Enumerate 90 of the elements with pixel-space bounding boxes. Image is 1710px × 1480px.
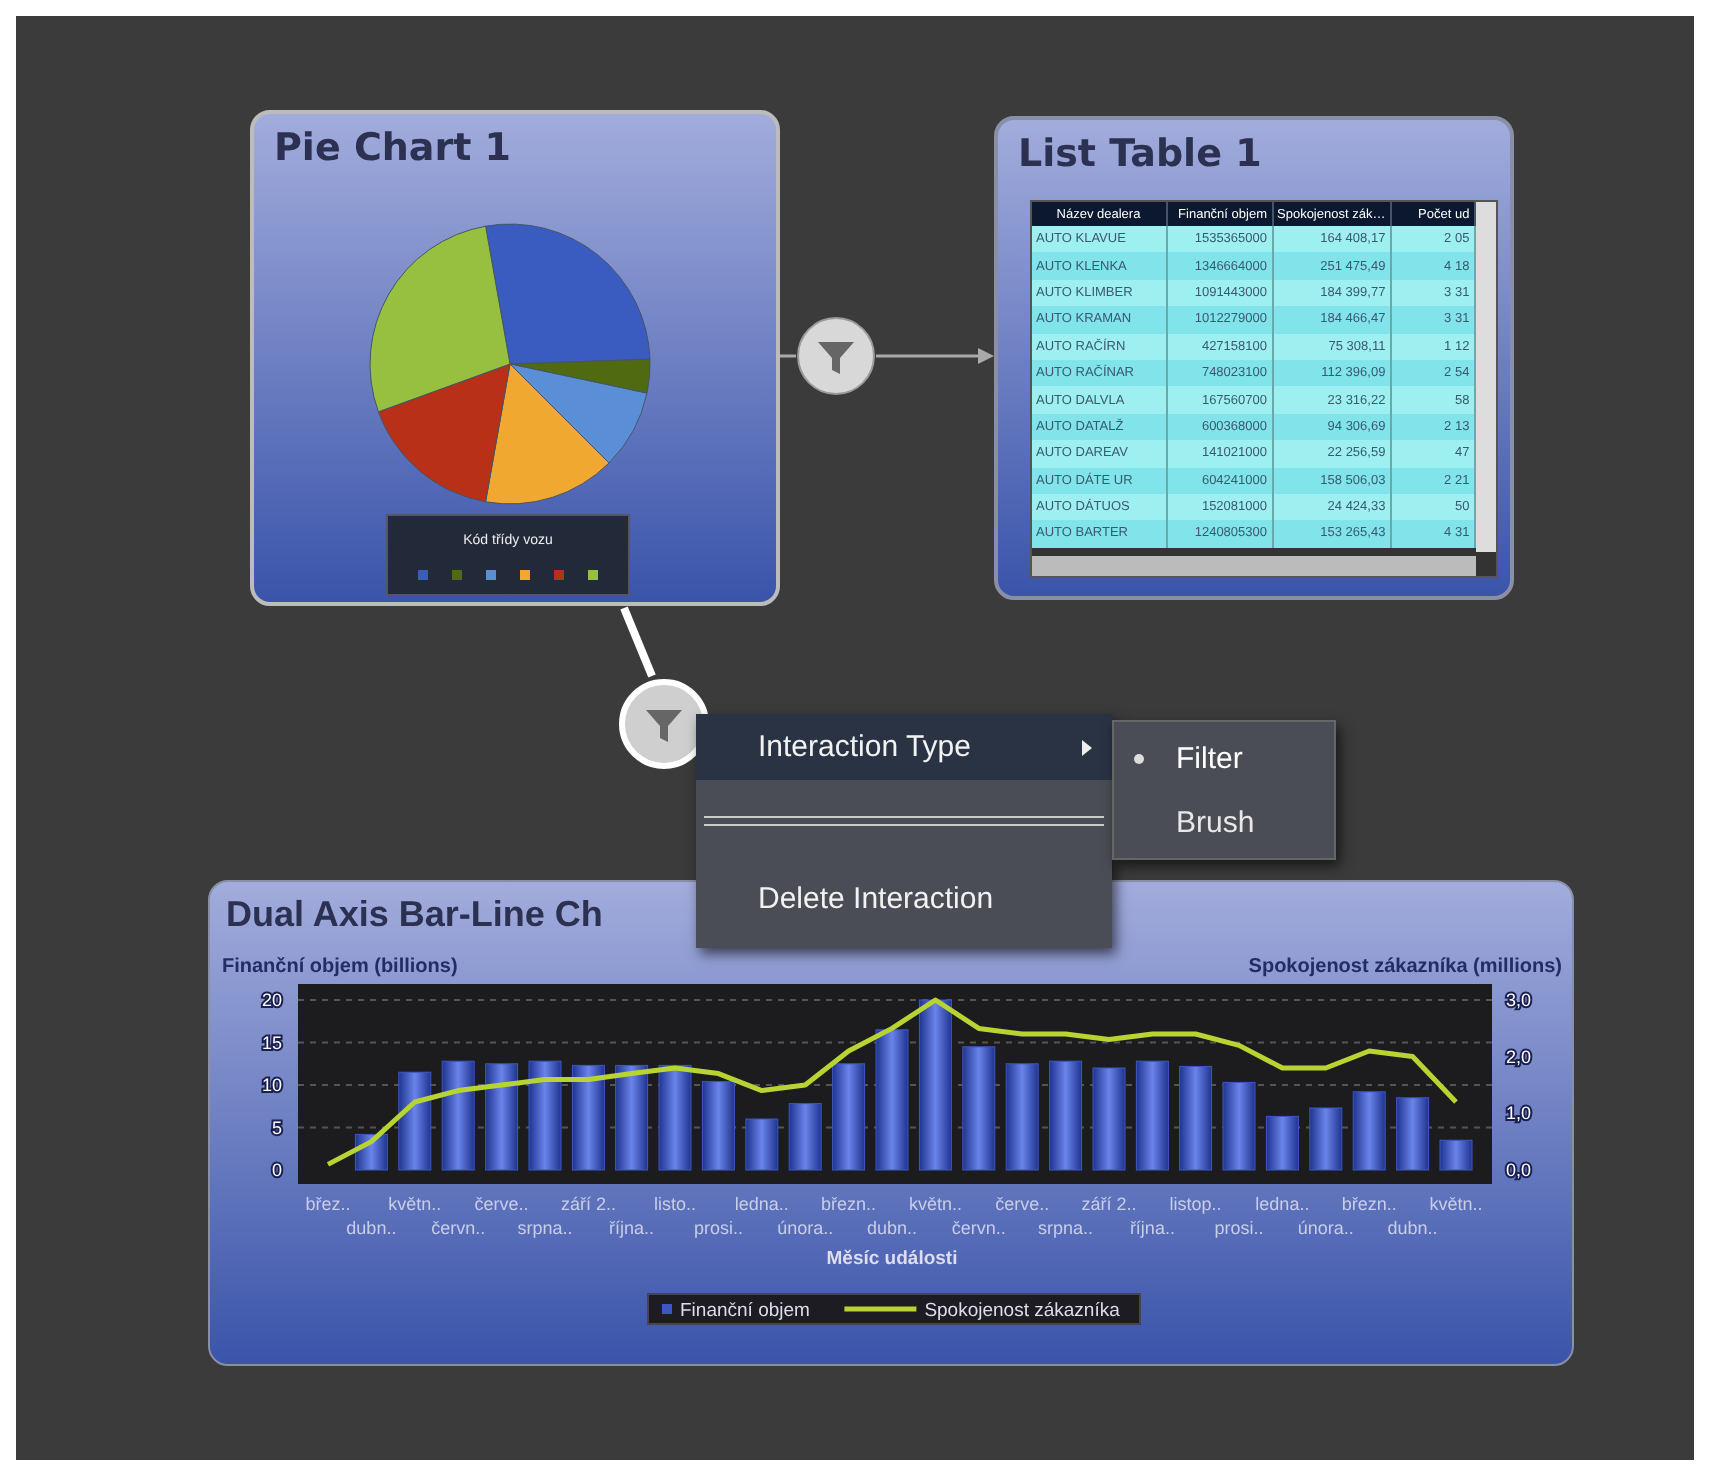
legend-swatch [452,570,462,580]
category-label: února.. [777,1218,834,1238]
category-label: červe.. [995,1194,1050,1214]
legend-swatch [554,570,564,580]
category-label: červn.. [431,1218,486,1238]
axis-tick-label: 2,0 [1506,1046,1532,1067]
axis-tick-label: 0,0 [1506,1160,1532,1180]
connector-arrow [876,348,994,364]
bar [1265,1115,1299,1171]
bar [658,1064,692,1171]
horizontal-scrollbar[interactable] [1032,556,1476,576]
category-label: břez.. [305,1194,351,1214]
category-label: březn.. [1341,1194,1397,1214]
card-title: Pie Chart 1 [272,124,514,170]
category-label: červn.. [951,1218,1006,1238]
axis-title: Měsíc události [826,1248,958,1270]
bar [398,1071,432,1171]
funnel-icon [646,710,682,742]
submenu-arrow-icon [1082,739,1092,755]
bar [1005,1063,1039,1171]
category-label: červe.. [474,1194,529,1214]
bar [1179,1065,1213,1171]
axis-title: Finanční objem (billions) [222,956,458,978]
bar [615,1064,649,1171]
category-label: dubn.. [346,1218,397,1238]
legend-swatch [486,570,496,580]
filter-button[interactable] [797,317,875,395]
legend-swatch [520,570,530,580]
bullet-icon [1134,753,1144,763]
connector-line [780,354,796,358]
category-label: dubn.. [866,1218,918,1238]
axis-tick-label: 0 [271,1160,282,1180]
legend-label: Spokojenost zákazníka [924,1300,1120,1322]
category-label: října.. [1129,1218,1175,1238]
category-label: listo.. [654,1194,696,1214]
bar [832,1063,866,1171]
axis-tick-label: 1,0 [1506,1103,1532,1124]
radio-menu-item[interactable]: Filter [1114,726,1334,790]
legend-swatch [588,570,598,580]
radio-menu-item[interactable]: Brush [1114,790,1334,854]
category-label: ledna.. [734,1194,789,1214]
bar [1352,1091,1386,1171]
category-label: listop.. [1169,1194,1222,1214]
category-label: ledna.. [1255,1194,1310,1214]
category-label: prosi.. [1214,1218,1264,1238]
bar [1309,1107,1343,1171]
category-label: březn.. [821,1194,877,1214]
legend-swatch [418,570,428,580]
bar [1222,1081,1256,1171]
bar [528,1060,562,1171]
bar [745,1118,779,1171]
category-label: květn.. [388,1194,442,1214]
category-label: září 2.. [560,1194,616,1214]
category-label: února.. [1297,1218,1354,1238]
axis-title: Spokojenost zákazníka (millions) [1248,956,1562,978]
connector-line [620,606,656,678]
card-title: Dual Axis Bar-Line Ch [226,894,603,934]
bar [571,1064,605,1171]
bar [441,1060,475,1171]
bar [788,1103,822,1171]
table-card[interactable] [994,116,1514,600]
category-label: prosi.. [693,1218,743,1238]
funnel-icon [818,342,854,374]
bar [1135,1060,1169,1171]
axis-tick-label: 5 [271,1117,282,1138]
bar [1396,1097,1430,1171]
bar [1049,1060,1083,1171]
category-label: dubn.. [1387,1218,1438,1238]
vertical-scrollbar[interactable] [1476,202,1496,552]
menu-item[interactable]: Delete Interaction [696,866,1112,932]
category-label: srpna.. [517,1218,573,1238]
menu-item[interactable]: Interaction Type [696,714,1112,780]
bar [701,1081,735,1171]
bar [1439,1139,1473,1171]
bar [1092,1067,1126,1171]
category-label: srpna.. [1038,1218,1094,1238]
bar [485,1063,519,1171]
axis-tick-label: 20 [261,990,282,1010]
chart-card[interactable] [208,880,1574,1366]
axis-tick-label: 15 [261,1032,282,1053]
axis-tick-label: 3,0 [1506,990,1532,1010]
bar [962,1046,996,1171]
legend-label: Finanční objem [680,1300,810,1322]
category-label: květn.. [1429,1194,1483,1214]
axis-tick-label: 10 [261,1075,282,1095]
category-label: října.. [609,1218,655,1238]
category-label: květn.. [908,1194,962,1214]
bar [875,1029,909,1171]
card-title: List Table 1 [1016,130,1264,176]
category-label: září 2.. [1081,1194,1137,1214]
